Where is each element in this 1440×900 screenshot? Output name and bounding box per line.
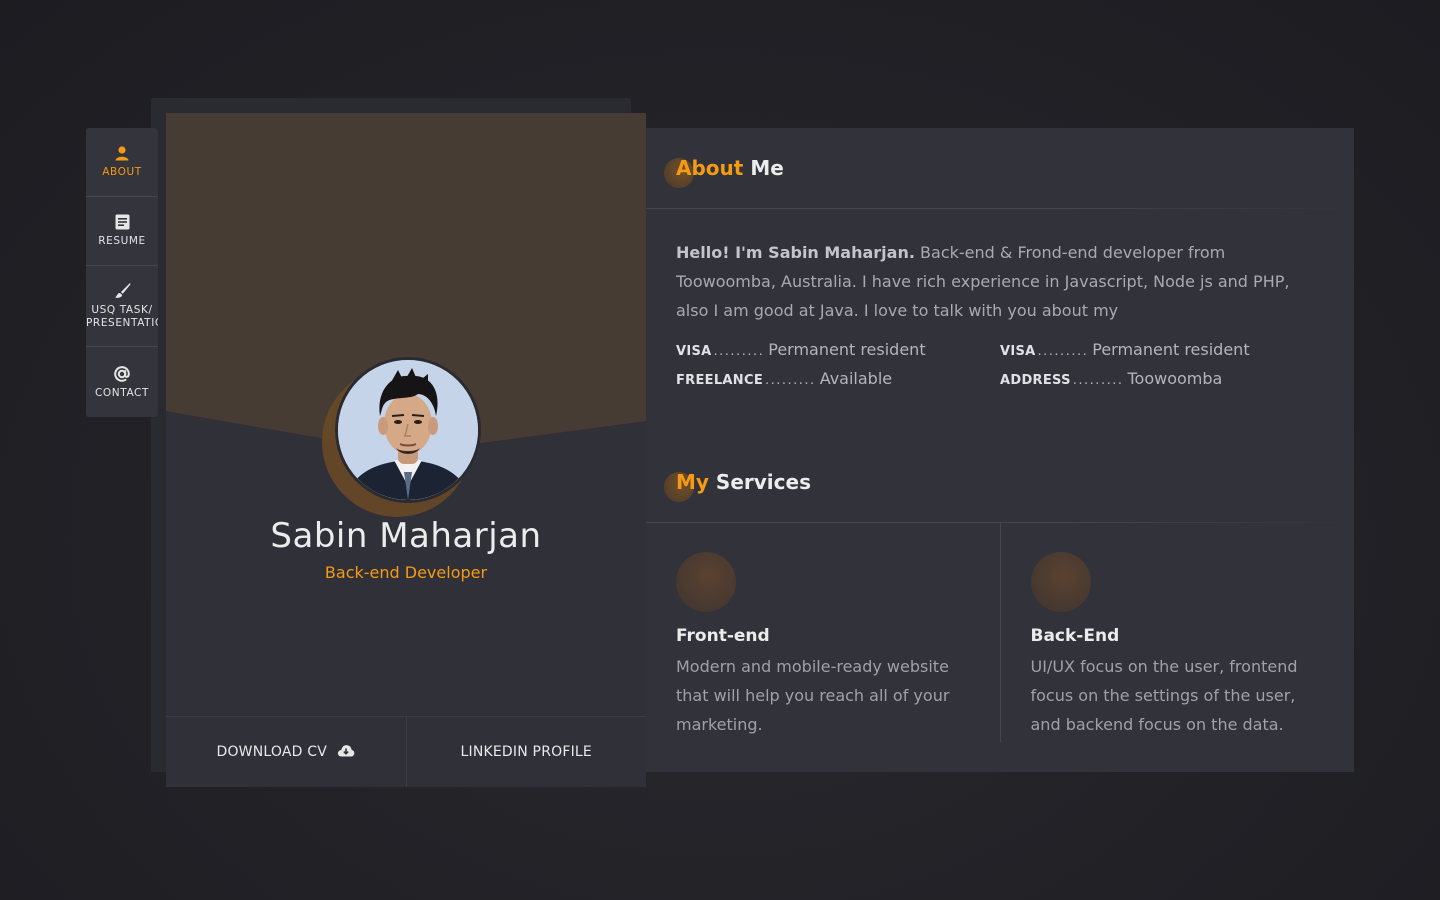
info-dots: ......... bbox=[1037, 344, 1089, 359]
nav-label: CONTACT bbox=[95, 386, 149, 399]
service-desc: UI/UX focus on the user, frontend focus … bbox=[1030, 657, 1298, 734]
about-divider bbox=[646, 208, 1354, 209]
services-title-rest: Services bbox=[715, 470, 811, 494]
info-value: Permanent resident bbox=[768, 340, 926, 359]
info-row: FREELANCE......... Available bbox=[676, 369, 1000, 388]
info-key: VISA bbox=[1000, 344, 1036, 359]
info-dots: ......... bbox=[1072, 373, 1124, 388]
avatar bbox=[335, 357, 481, 503]
about-text: Hello! I'm Sabin Maharjan. Back-end & Fr… bbox=[676, 238, 1326, 325]
services-title: My Services bbox=[664, 470, 811, 502]
profile-card: Sabin Maharjan Back-end Developer DOWNLO… bbox=[166, 113, 646, 787]
services-list: Front-end Modern and mobile-ready websit… bbox=[646, 522, 1354, 742]
service-icon bbox=[676, 552, 736, 612]
service-icon bbox=[1030, 552, 1091, 612]
nav-item-about[interactable]: ABOUT bbox=[86, 128, 158, 197]
about-title-accent: About bbox=[676, 156, 744, 180]
user-icon bbox=[113, 144, 131, 162]
info-dots: ......... bbox=[713, 344, 765, 359]
linkedin-profile-button[interactable]: LINKEDIN PROFILE bbox=[405, 717, 647, 787]
about-intro-bold: Hello! I'm Sabin Maharjan. bbox=[676, 243, 915, 262]
nav-label: ABOUT bbox=[102, 166, 142, 179]
profile-name: Sabin Maharjan bbox=[270, 516, 542, 556]
service-card: Back-End UI/UX focus on the user, fronte… bbox=[999, 522, 1355, 742]
info-grid: VISA......... Permanent resident VISA....… bbox=[676, 340, 1326, 388]
avatar-wrap bbox=[322, 357, 482, 517]
info-row: VISA......... Permanent resident bbox=[1000, 340, 1324, 359]
service-title: Back-End bbox=[1030, 626, 1120, 646]
info-key: VISA bbox=[676, 344, 712, 359]
services-title-accent: My bbox=[676, 470, 709, 494]
nav-label: RESUME bbox=[98, 235, 146, 248]
page: ABOUT RESUME USQ TASK/ PRESENTATIC CONTA… bbox=[0, 0, 1440, 900]
nav-label: USQ TASK/ PRESENTATIC bbox=[86, 303, 158, 329]
service-title: Front-end bbox=[676, 626, 770, 646]
content-panel: About Me Hello! I'm Sabin Maharjan. Back… bbox=[646, 128, 1354, 772]
side-nav: ABOUT RESUME USQ TASK/ PRESENTATIC CONTA… bbox=[86, 128, 158, 417]
info-value: Available bbox=[819, 369, 893, 388]
download-cv-button[interactable]: DOWNLOAD CV bbox=[166, 717, 406, 787]
at-icon bbox=[113, 365, 131, 383]
linkedin-profile-label: LINKEDIN PROFILE bbox=[460, 744, 592, 760]
service-card: Front-end Modern and mobile-ready websit… bbox=[646, 522, 1000, 742]
nav-item-resume[interactable]: RESUME bbox=[86, 197, 158, 266]
service-desc: Modern and mobile-ready website that wil… bbox=[676, 657, 950, 734]
nav-item-usq-task[interactable]: USQ TASK/ PRESENTATIC bbox=[86, 266, 158, 348]
info-value: Permanent resident bbox=[1092, 340, 1250, 359]
info-value: Toowoomba bbox=[1127, 369, 1223, 388]
info-row: ADDRESS......... Toowoomba bbox=[1000, 369, 1324, 388]
info-key: ADDRESS bbox=[1000, 373, 1071, 388]
brush-icon bbox=[113, 282, 131, 300]
about-title-rest: Me bbox=[750, 156, 784, 180]
document-icon bbox=[113, 213, 131, 231]
profile-role: Back-end Developer bbox=[324, 563, 488, 582]
nav-item-contact[interactable]: CONTACT bbox=[86, 347, 158, 417]
about-title: About Me bbox=[664, 156, 784, 188]
cloud-download-icon bbox=[337, 744, 355, 761]
card-actions: DOWNLOAD CV LINKEDIN PROFILE bbox=[166, 716, 646, 787]
info-row: VISA......... Permanent resident bbox=[676, 340, 1000, 359]
info-key: FREELANCE bbox=[676, 373, 763, 388]
download-cv-label: DOWNLOAD CV bbox=[216, 744, 328, 760]
info-dots: ......... bbox=[765, 373, 816, 388]
